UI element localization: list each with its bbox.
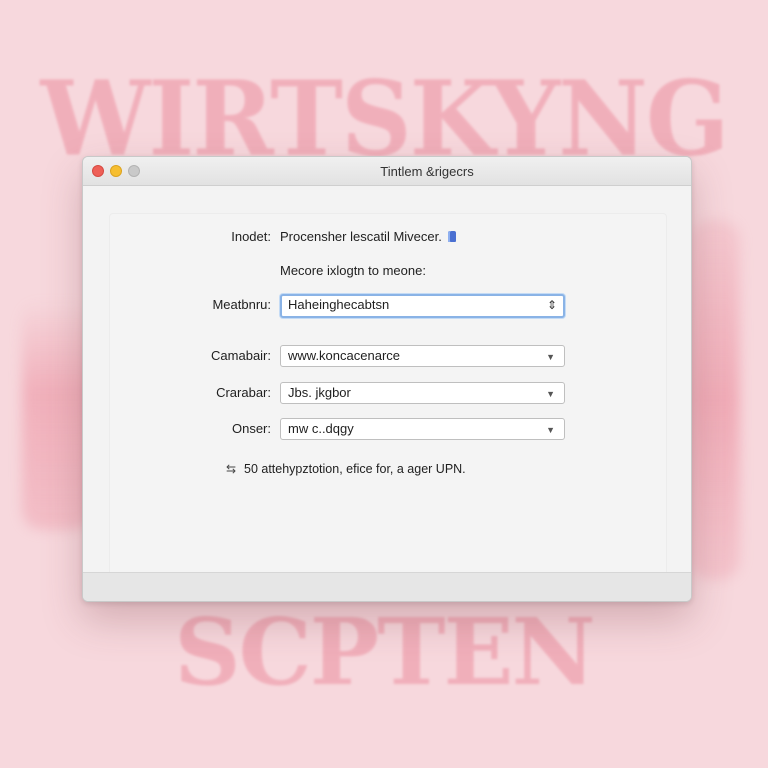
header-value: Procensher lescatil Mivecer.: [280, 229, 442, 244]
dialog-window: Tintlem &rigecrs Inodet: Procensher lesc…: [82, 156, 692, 602]
note-icon: ⇆: [226, 462, 237, 476]
chevron-down-icon[interactable]: ▼: [546, 419, 555, 439]
chevron-down-icon[interactable]: ▼: [546, 346, 555, 366]
onser-select[interactable]: mw c..dqgy ▼: [280, 418, 565, 440]
form-subtitle: Mecore ixlogtn to meone:: [280, 263, 426, 278]
crarabar-select[interactable]: Jbs. jkgbor ▼: [280, 382, 565, 404]
chevron-down-icon[interactable]: ▼: [546, 383, 555, 403]
window-bottom-bar: [83, 572, 691, 601]
stepper-icon[interactable]: ⇕: [547, 297, 557, 313]
method-value: Haheinghecabtsn: [288, 297, 390, 312]
background-lettering-bottom: SCPTEN: [174, 598, 596, 706]
header-label: Inodet:: [231, 229, 271, 244]
title-bar[interactable]: Tintlem &rigecrs: [83, 157, 691, 186]
onser-label: Onser:: [231, 421, 271, 436]
crarabar-value: Jbs. jkgbor: [288, 385, 351, 400]
info-icon: [448, 231, 456, 242]
window-title: Tintlem &rigecrs: [380, 164, 474, 179]
footnote-text: 50 attehypztotion, efice for, a ager UPN…: [244, 462, 466, 476]
camabair-label: Camabair:: [211, 348, 271, 363]
background-paint-streak: [690, 220, 740, 580]
crarabar-label: Crarabar:: [216, 385, 271, 400]
camabair-value: www.koncacenarce: [288, 348, 400, 363]
method-stepper[interactable]: Haheinghecabtsn ⇕: [280, 294, 565, 318]
onser-value: mw c..dqgy: [288, 421, 354, 436]
camabair-select[interactable]: www.koncacenarce ▼: [280, 345, 565, 367]
method-label: Meatbnru:: [212, 297, 271, 312]
